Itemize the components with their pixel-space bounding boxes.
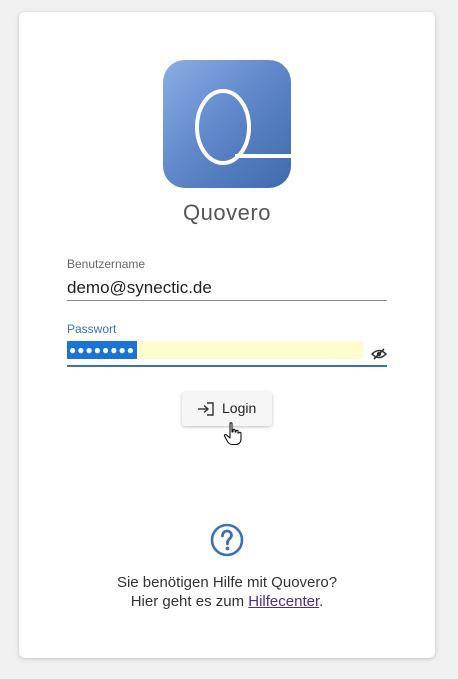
login-card: Quovero Benutzername demo@synectic.de Pa… [19,12,435,658]
login-button-label: Login [222,400,257,416]
hand-pointer-icon [223,422,243,446]
help-line-1: Sie benötigen Hilfe mit Quovero? [116,574,338,591]
quovero-logo-icon [163,60,291,188]
username-label: Benutzername [67,257,146,271]
hilfecenter-link[interactable]: Hilfecenter [248,593,319,610]
login-button[interactable]: Login [182,392,272,426]
brand-name: Quovero [183,200,271,225]
eye-slash-icon[interactable] [370,347,388,360]
help-line-2-suffix: . [319,593,324,610]
question-circle-icon[interactable] [210,523,244,557]
login-arrow-icon [197,402,215,416]
password-masked-value: ●●●●●●●● [67,341,137,359]
password-label: Passwort [67,322,117,336]
username-underline [67,300,387,301]
password-field[interactable]: ●●●●●●●● [67,341,363,359]
password-underline [67,365,387,367]
help-line-2: Hier geht es zum Hilfecenter. [19,592,435,611]
username-field[interactable]: demo@synectic.de [67,276,387,300]
help-text: Sie benötigen Hilfe mit Quovero? Hier ge… [19,573,435,611]
help-line-2-prefix: Hier geht es zum [130,593,249,610]
